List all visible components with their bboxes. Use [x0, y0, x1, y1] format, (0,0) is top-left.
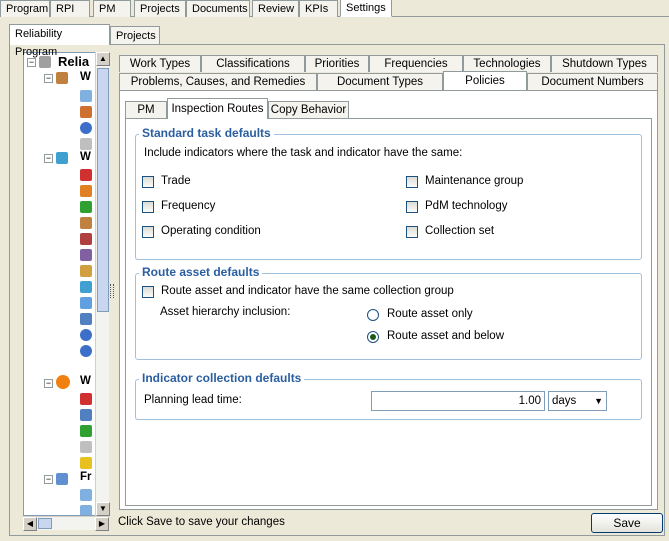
- tab-review[interactable]: Review: [252, 0, 299, 17]
- frequency-label: Frequency: [161, 200, 216, 212]
- trade-checkbox[interactable]: [142, 176, 154, 188]
- planning-lead-time-input[interactable]: 1.00: [371, 391, 545, 411]
- scroll-right-icon[interactable]: ▶: [95, 517, 109, 531]
- tab-policies[interactable]: Policies: [443, 71, 527, 90]
- tab-kpis[interactable]: KPIs: [299, 0, 338, 17]
- tools-icon: [56, 72, 68, 84]
- bag-icon: [80, 265, 92, 277]
- frequency-checkbox[interactable]: [142, 201, 154, 213]
- tree-node-label[interactable]: W: [80, 71, 91, 83]
- wrench-icon: [80, 106, 92, 118]
- alert-icon: [80, 169, 92, 181]
- scroll-thumb[interactable]: [38, 518, 52, 529]
- tree-node-label[interactable]: W: [80, 151, 91, 163]
- tab-pm[interactable]: PM: [93, 0, 131, 17]
- form-icon: [80, 489, 92, 501]
- same-collection-group-checkbox[interactable]: [142, 286, 154, 298]
- trade-label: Trade: [161, 175, 191, 187]
- route-asset-and-below-label: Route asset and below: [387, 330, 504, 342]
- tree-node-label[interactable]: W: [80, 375, 91, 387]
- route-asset-only-label: Route asset only: [387, 308, 473, 320]
- gear-icon: [80, 217, 92, 229]
- clock-icon: [80, 122, 92, 134]
- tab-inner-pm[interactable]: PM: [125, 101, 167, 118]
- collapse-toggle[interactable]: −: [44, 475, 53, 484]
- tab-inspection-routes[interactable]: Inspection Routes: [167, 98, 268, 119]
- tab-program[interactable]: Program: [0, 0, 50, 17]
- route-asset-only-radio[interactable]: [367, 309, 379, 321]
- scroll-down-icon[interactable]: ▼: [96, 502, 110, 516]
- save-hint-text: Click Save to save your changes: [118, 516, 285, 528]
- collapse-toggle[interactable]: −: [44, 74, 53, 83]
- lead-time-unit-value: days: [552, 395, 577, 407]
- save-button[interactable]: Save: [591, 513, 663, 533]
- tab-shutdown-types[interactable]: Shutdown Types: [551, 55, 658, 72]
- pdm-technology-label: PdM technology: [425, 200, 508, 212]
- list-icon: [80, 138, 92, 150]
- hierarchy-inclusion-label: Asset hierarchy inclusion:: [160, 306, 291, 318]
- route-asset-defaults-title: Route asset defaults: [139, 265, 263, 279]
- alert-icon: [80, 393, 92, 405]
- chevron-down-icon: ▼: [594, 396, 603, 406]
- collapse-toggle[interactable]: −: [44, 379, 53, 388]
- operating-condition-label: Operating condition: [161, 225, 261, 237]
- tab-documents[interactable]: Documents: [186, 0, 250, 17]
- tab-technologies[interactable]: Technologies: [463, 55, 551, 72]
- question-icon: [80, 409, 92, 421]
- scroll-left-icon[interactable]: ◀: [23, 517, 37, 531]
- tab-document-numbers[interactable]: Document Numbers: [527, 73, 658, 90]
- tree-vertical-scrollbar[interactable]: ▲ ▼: [95, 52, 110, 516]
- clock-icon: [80, 345, 92, 357]
- check-icon: [80, 425, 92, 437]
- list-icon: [80, 441, 92, 453]
- clock-icon: [80, 329, 92, 341]
- lead-time-unit-select[interactable]: days ▼: [548, 391, 607, 411]
- route-asset-and-below-radio[interactable]: [367, 331, 379, 343]
- shapes-icon: [80, 281, 92, 293]
- tab-projects[interactable]: Projects: [134, 0, 186, 17]
- tab-reliability-program[interactable]: Reliability Program: [9, 24, 110, 58]
- tab-problems-causes-remedies[interactable]: Problems, Causes, and Remedies: [119, 73, 317, 90]
- table-icon: [80, 249, 92, 261]
- maintenance-group-checkbox[interactable]: [406, 176, 418, 188]
- main-tab-bar: Program RPI PM Projects Documents Review…: [0, 0, 669, 17]
- planning-lead-time-label: Planning lead time:: [144, 394, 242, 406]
- tab-rpi[interactable]: RPI: [50, 0, 90, 17]
- tab-classifications[interactable]: Classifications: [201, 55, 305, 72]
- pdm-technology-checkbox[interactable]: [406, 201, 418, 213]
- fire-icon: [80, 185, 92, 197]
- warning-circle-icon: [56, 375, 70, 389]
- operating-condition-checkbox[interactable]: [142, 226, 154, 238]
- splitter-handle[interactable]: [110, 284, 114, 298]
- include-indicators-text: Include indicators where the task and in…: [144, 147, 463, 159]
- scroll-thumb[interactable]: [97, 68, 109, 312]
- checklist-icon: [80, 233, 92, 245]
- collection-set-checkbox[interactable]: [406, 226, 418, 238]
- tree-node-label[interactable]: Fr: [80, 471, 92, 483]
- tab-priorities[interactable]: Priorities: [305, 55, 369, 72]
- tool-icon: [80, 297, 92, 309]
- collection-set-label: Collection set: [425, 225, 495, 237]
- warning-icon: [80, 457, 92, 469]
- form-icon: [80, 505, 92, 515]
- tab-copy-behavior[interactable]: Copy Behavior: [268, 101, 349, 118]
- forms-icon: [56, 473, 68, 485]
- grid-icon: [80, 313, 92, 325]
- tab-document-types[interactable]: Document Types: [317, 73, 443, 90]
- tab-settings[interactable]: Settings: [340, 0, 392, 17]
- tab-settings-projects[interactable]: Projects: [110, 26, 160, 46]
- same-collection-group-label: Route asset and indicator have the same …: [161, 285, 454, 297]
- scroll-up-icon[interactable]: ▲: [96, 52, 110, 66]
- maintenance-group-label: Maintenance group: [425, 175, 524, 187]
- tab-frequencies[interactable]: Frequencies: [369, 55, 463, 72]
- collapse-toggle[interactable]: −: [44, 154, 53, 163]
- doc-icon: [80, 90, 92, 102]
- assets-icon: [56, 152, 68, 164]
- indicator-collection-defaults-title: Indicator collection defaults: [139, 371, 305, 385]
- tab-work-types[interactable]: Work Types: [119, 55, 201, 72]
- tree-root-label[interactable]: Relia: [58, 54, 89, 69]
- money-icon: [80, 201, 92, 213]
- tree-horizontal-scrollbar[interactable]: ◀ ▶: [23, 516, 109, 531]
- standard-task-defaults-title: Standard task defaults: [139, 126, 274, 140]
